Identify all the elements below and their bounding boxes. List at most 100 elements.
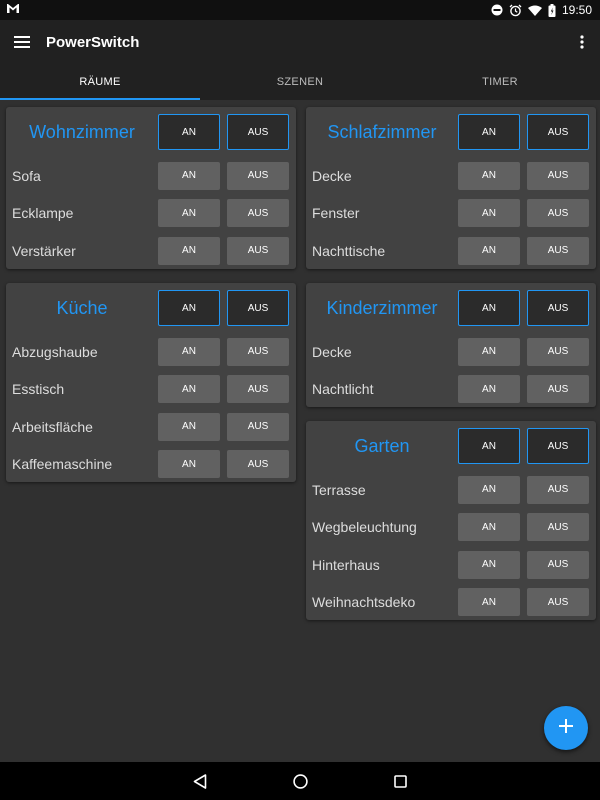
device-row: Nachttische AN AUS <box>306 232 596 270</box>
room-all-off-button[interactable]: AUS <box>227 114 289 150</box>
room-title: Kinderzimmer <box>326 297 438 318</box>
room-card-kinderzimmer: Kinderzimmer AN AUS Decke AN AUS Nachtli… <box>306 283 596 407</box>
device-label: Abzugshaube <box>12 343 98 360</box>
room-header: Garten AN AUS <box>306 421 596 471</box>
device-row: Ecklampe AN AUS <box>6 195 296 233</box>
home-icon[interactable] <box>250 762 350 800</box>
device-row: Kaffeemaschine AN AUS <box>6 446 296 484</box>
room-title: Schlafzimmer <box>327 121 437 142</box>
device-on-button[interactable]: AN <box>458 236 520 265</box>
room-title: Wohnzimmer <box>29 121 135 142</box>
room-all-on-button[interactable]: AN <box>158 114 220 150</box>
room-header: Küche AN AUS <box>6 283 296 333</box>
device-on-button[interactable]: AN <box>458 550 520 579</box>
device-row: Hinterhaus AN AUS <box>306 546 596 584</box>
room-all-on-button[interactable]: AN <box>458 290 520 326</box>
device-row: Wegbeleuchtung AN AUS <box>306 509 596 547</box>
device-on-button[interactable]: AN <box>158 236 220 265</box>
device-row: Nachtlicht AN AUS <box>306 371 596 409</box>
device-row: Arbeitsfläche AN AUS <box>6 408 296 446</box>
device-off-button[interactable]: AUS <box>527 337 589 366</box>
app-title: PowerSwitch <box>46 33 140 51</box>
device-on-button[interactable]: AN <box>158 450 220 479</box>
device-off-button[interactable]: AUS <box>527 236 589 265</box>
device-on-button[interactable]: AN <box>458 199 520 228</box>
device-row: Esstisch AN AUS <box>6 371 296 409</box>
device-label: Decke <box>312 343 352 360</box>
device-off-button[interactable]: AUS <box>227 161 289 190</box>
alarm-icon <box>509 4 522 17</box>
tab-timer[interactable]: TIMER <box>400 64 600 100</box>
battery-icon <box>548 3 556 17</box>
gmail-notification-icon <box>6 1 20 19</box>
device-on-button[interactable]: AN <box>158 337 220 366</box>
device-label: Ecklampe <box>12 205 74 222</box>
device-off-button[interactable]: AUS <box>527 161 589 190</box>
room-title: Garten <box>354 435 410 456</box>
room-card-schlafzimmer: Schlafzimmer AN AUS Decke AN AUS Fenster… <box>306 107 596 269</box>
tab-raeume[interactable]: RÄUME <box>0 64 200 100</box>
device-on-button[interactable]: AN <box>158 375 220 404</box>
room-card-kueche: Küche AN AUS Abzugshaube AN AUS Esstisch… <box>6 283 296 482</box>
wifi-icon <box>527 5 542 16</box>
device-label: Terrasse <box>312 481 366 498</box>
add-fab-button[interactable] <box>544 706 588 750</box>
room-all-on-button[interactable]: AN <box>458 428 520 464</box>
device-on-button[interactable]: AN <box>458 161 520 190</box>
room-card-garten: Garten AN AUS Terrasse AN AUS Wegbeleuch… <box>306 421 596 620</box>
room-card-wohnzimmer: Wohnzimmer AN AUS Sofa AN AUS Ecklampe A… <box>6 107 296 269</box>
room-all-off-button[interactable]: AUS <box>527 114 589 150</box>
device-off-button[interactable]: AUS <box>527 199 589 228</box>
room-all-off-button[interactable]: AUS <box>527 290 589 326</box>
device-off-button[interactable]: AUS <box>227 412 289 441</box>
status-bar: 19:50 <box>0 0 600 20</box>
device-on-button[interactable]: AN <box>158 412 220 441</box>
device-off-button[interactable]: AUS <box>227 236 289 265</box>
room-header: Kinderzimmer AN AUS <box>306 283 596 333</box>
device-label: Hinterhaus <box>312 556 380 573</box>
room-title: Küche <box>56 297 108 318</box>
app-bar: PowerSwitch <box>0 20 600 64</box>
device-on-button[interactable]: AN <box>158 199 220 228</box>
room-header: Schlafzimmer AN AUS <box>306 107 596 157</box>
device-on-button[interactable]: AN <box>458 588 520 617</box>
back-icon[interactable] <box>150 762 250 800</box>
room-header: Wohnzimmer AN AUS <box>6 107 296 157</box>
plus-icon <box>559 718 573 738</box>
recents-icon[interactable] <box>350 762 450 800</box>
tab-szenen[interactable]: SZENEN <box>200 64 400 100</box>
device-off-button[interactable]: AUS <box>227 375 289 404</box>
device-on-button[interactable]: AN <box>458 375 520 404</box>
device-on-button[interactable]: AN <box>158 161 220 190</box>
device-row: Sofa AN AUS <box>6 157 296 195</box>
device-off-button[interactable]: AUS <box>527 588 589 617</box>
device-off-button[interactable]: AUS <box>527 550 589 579</box>
device-label: Nachttische <box>312 242 386 259</box>
room-all-on-button[interactable]: AN <box>158 290 220 326</box>
room-all-on-button[interactable]: AN <box>458 114 520 150</box>
hamburger-menu-icon[interactable] <box>0 20 44 64</box>
room-all-off-button[interactable]: AUS <box>527 428 589 464</box>
device-label: Kaffeemaschine <box>12 456 113 473</box>
device-row: Verstärker AN AUS <box>6 232 296 270</box>
device-row: Decke AN AUS <box>306 333 596 371</box>
device-off-button[interactable]: AUS <box>227 337 289 366</box>
device-row: Abzugshaube AN AUS <box>6 333 296 371</box>
device-on-button[interactable]: AN <box>458 475 520 504</box>
device-off-button[interactable]: AUS <box>227 450 289 479</box>
device-label: Sofa <box>12 167 41 184</box>
device-off-button[interactable]: AUS <box>527 475 589 504</box>
device-on-button[interactable]: AN <box>458 513 520 542</box>
device-off-button[interactable]: AUS <box>527 375 589 404</box>
device-off-button[interactable]: AUS <box>527 513 589 542</box>
device-off-button[interactable]: AUS <box>227 199 289 228</box>
device-label: Decke <box>312 167 352 184</box>
room-all-off-button[interactable]: AUS <box>227 290 289 326</box>
device-label: Fenster <box>312 205 360 222</box>
do-not-disturb-icon <box>491 4 503 16</box>
device-row: Weihnachtsdeko AN AUS <box>306 584 596 622</box>
system-nav-bar <box>0 762 600 800</box>
more-vert-icon[interactable] <box>564 20 600 64</box>
device-label: Nachtlicht <box>312 381 374 398</box>
device-on-button[interactable]: AN <box>458 337 520 366</box>
